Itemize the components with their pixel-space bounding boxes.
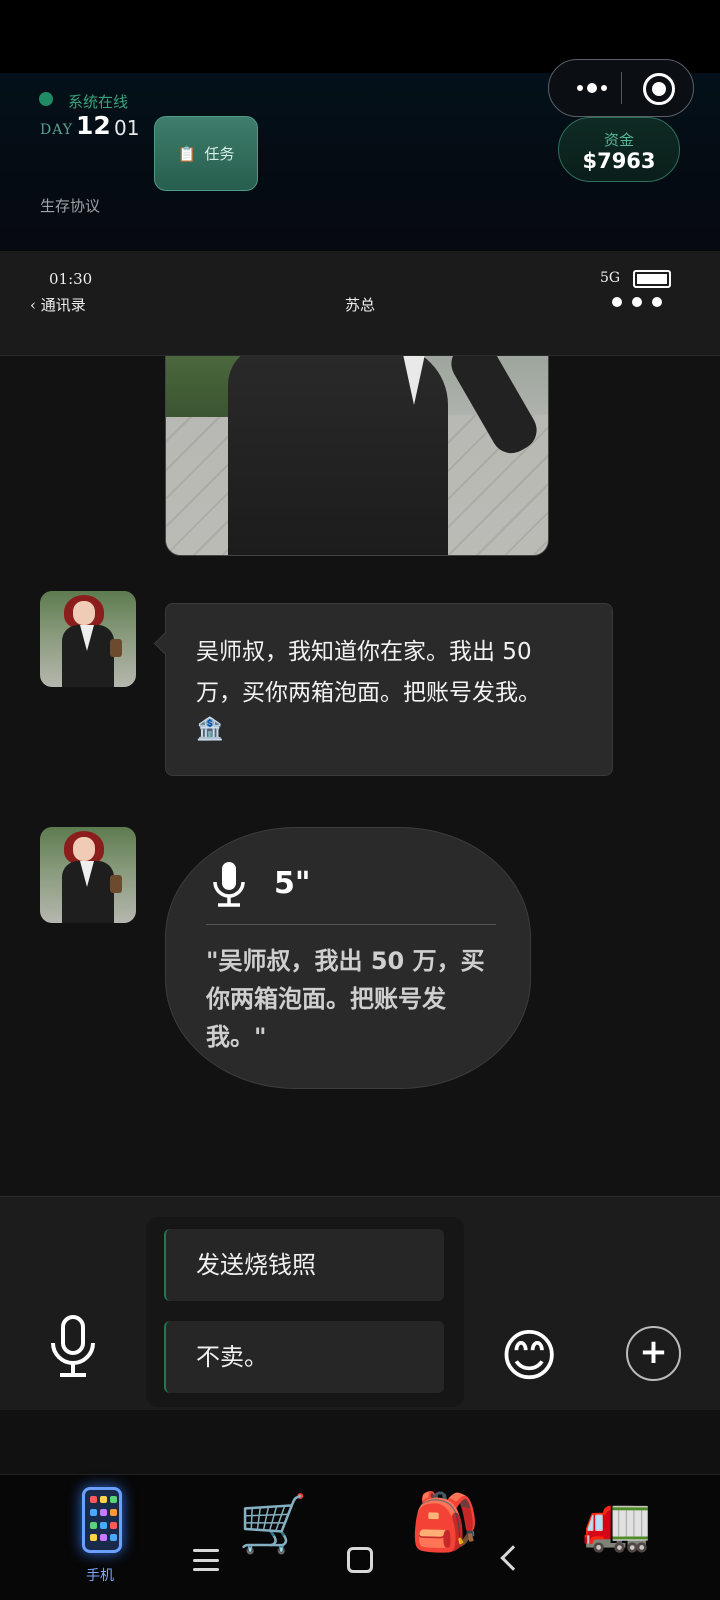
voice-message-bubble[interactable]: 5" "吴师叔，我出 50 万，买你两箱泡面。把账号发我。" xyxy=(165,827,531,1089)
battery-icon xyxy=(633,270,671,288)
voice-duration: 5" xyxy=(274,866,311,901)
status-time: 01:30 xyxy=(49,270,93,288)
system-menu-icon[interactable] xyxy=(193,1549,219,1571)
day-sub: 01 xyxy=(114,116,140,140)
status-text: 系统在线 xyxy=(68,93,129,111)
plus-button[interactable]: + xyxy=(626,1326,681,1381)
funds-badge: 资金 $7963 xyxy=(558,117,680,182)
emoji-button[interactable]: 😊 xyxy=(500,1325,558,1389)
clipboard-icon: 📋 xyxy=(177,144,197,163)
funds-label: 资金 xyxy=(603,131,634,149)
backpack-icon[interactable]: 🎒 xyxy=(410,1491,480,1555)
miniprogram-capsule xyxy=(548,59,694,117)
photo-message[interactable]: 💾 xyxy=(165,356,549,556)
microphone-icon xyxy=(213,862,245,907)
contact-avatar[interactable] xyxy=(40,591,136,687)
text-message-bubble: 吴师叔，我知道你在家。我出 50 万，买你两箱泡面。把账号发我。 🏦 xyxy=(165,603,613,776)
task-button[interactable]: 📋 任务 xyxy=(154,116,258,191)
day-number: 12 xyxy=(76,111,111,140)
chat-header: 01:30 5G ‹ 通讯录 苏总 xyxy=(0,251,720,356)
voice-transcript: "吴师叔，我出 50 万，买你两箱泡面。把账号发我。" xyxy=(206,947,485,1051)
funds-value: $7963 xyxy=(582,149,656,173)
network-indicator: 5G xyxy=(600,270,621,286)
task-label: 任务 xyxy=(204,145,235,163)
truck-icon[interactable]: 🚛 xyxy=(582,1491,652,1555)
message-text: 吴师叔，我知道你在家。我出 50 万，买你两箱泡面。把账号发我。 xyxy=(196,639,541,706)
spacer xyxy=(0,1410,720,1474)
chat-area[interactable]: 💾 吴师叔，我知道你在家。我出 50 万，买你两箱泡面。把账号发我。 🏦 5" … xyxy=(0,356,720,1196)
input-area: 发送烧钱照 不卖。 😊 + xyxy=(0,1196,720,1410)
bank-icon: 🏦 xyxy=(196,717,224,742)
day-label: DAY xyxy=(40,122,74,138)
online-status-dot xyxy=(39,92,53,106)
more-options-icon[interactable] xyxy=(567,76,617,100)
quick-reply-panel: 发送烧钱照 不卖。 xyxy=(146,1217,464,1407)
reply-option-not-selling[interactable]: 不卖。 xyxy=(164,1321,444,1393)
capsule-divider xyxy=(621,72,622,104)
contact-avatar[interactable] xyxy=(40,827,136,923)
reply-option-burn-money-photo[interactable]: 发送烧钱照 xyxy=(164,1229,444,1301)
shopping-cart-icon[interactable]: 🛒 xyxy=(238,1493,308,1557)
phone-tab-label[interactable]: 手机 xyxy=(86,1565,114,1585)
bottom-nav: 手机 🛒 🎒 🚛 xyxy=(0,1474,720,1600)
voice-input-button[interactable] xyxy=(48,1315,98,1379)
system-home-icon[interactable] xyxy=(347,1547,373,1573)
voice-divider xyxy=(206,924,496,925)
close-target-icon[interactable] xyxy=(643,73,675,105)
phone-tab-icon[interactable] xyxy=(82,1487,122,1553)
system-back-icon[interactable] xyxy=(500,1545,526,1571)
chat-more-icon[interactable] xyxy=(612,297,662,307)
survival-protocol-label[interactable]: 生存协议 xyxy=(40,195,100,216)
app-root: 系统在线 DAY 12 01 📋 任务 生存协议 资金 $7963 01:30 … xyxy=(0,0,720,1600)
